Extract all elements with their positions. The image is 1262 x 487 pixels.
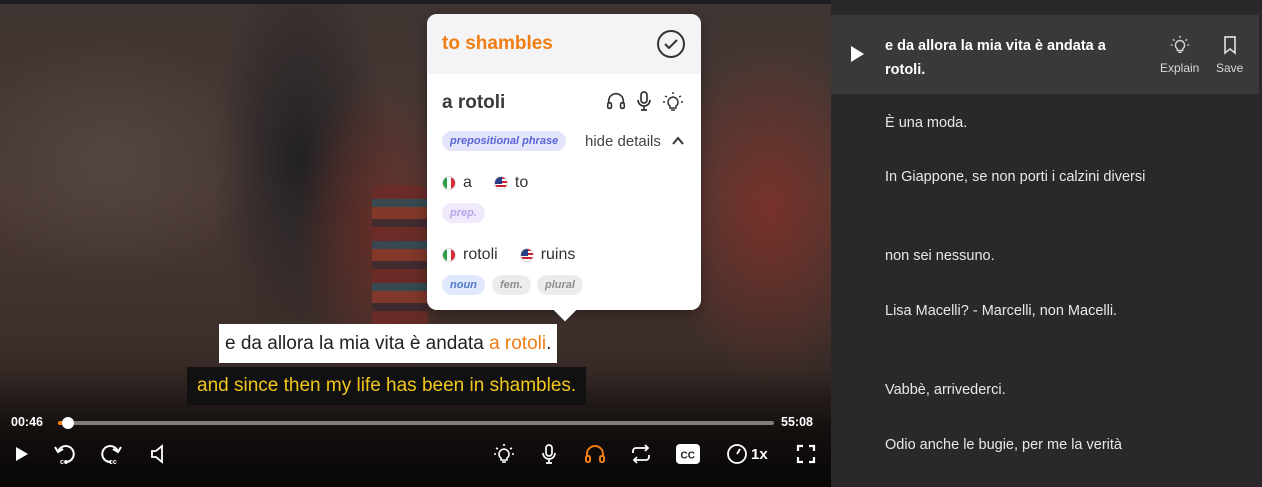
video-player[interactable]: e da allora la mia vita è andata a rotol… [0, 0, 831, 487]
fullscreen-button[interactable] [792, 440, 820, 468]
speed-icon [727, 444, 747, 464]
lightbulb-icon [1170, 35, 1189, 53]
active-transcript-line[interactable]: e da allora la mia vita è andata a rotol… [831, 15, 1259, 94]
explain-label: Explain [1160, 61, 1200, 75]
speed-button[interactable] [723, 440, 751, 468]
source-word: rotoli [463, 246, 498, 263]
transcript-line[interactable]: Odio anche le bugie, per me la verità [885, 433, 1155, 457]
transcript-line[interactable]: È una moda. [885, 111, 1215, 135]
hide-details-toggle[interactable]: hide details [585, 133, 661, 150]
subtitles-button[interactable]: CC [674, 440, 702, 468]
popup-header: to shambles [427, 14, 701, 74]
pos-tag: noun [442, 275, 485, 295]
gender-tag: fem. [492, 275, 531, 295]
transcript-line[interactable]: non sei nessuno. [885, 244, 1215, 268]
subtitle-text[interactable]: e da allora la mia vita è andata [225, 333, 489, 354]
active-line-text: e da allora la mia vita è andata a rotol… [885, 38, 1106, 78]
play-icon[interactable] [849, 45, 865, 63]
italy-flag-icon [442, 176, 456, 190]
svg-text:cc: cc [60, 459, 68, 466]
italy-flag-icon [442, 248, 456, 262]
svg-text:cc: cc [109, 459, 117, 466]
target-word: to [514, 174, 529, 191]
svg-text:CC: CC [681, 451, 695, 462]
top-border [0, 0, 831, 4]
mark-known-button[interactable] [656, 29, 686, 64]
save-button[interactable]: Save [1216, 35, 1243, 75]
subtitle-highlight[interactable]: a rotoli [489, 333, 546, 354]
breakdown-row: rotoli ruins [442, 246, 575, 264]
pos-tag: prep. [442, 203, 485, 223]
transcript-panel: e da allora la mia vita è andata a rotol… [831, 0, 1262, 487]
check-circle-icon [657, 30, 685, 58]
us-flag-icon [519, 248, 534, 262]
forward-cc-icon: cc [101, 445, 122, 466]
progress-bar[interactable] [58, 417, 774, 429]
us-flag-icon [493, 176, 508, 190]
bookmark-icon [1223, 36, 1236, 55]
forward-subtitle-button[interactable]: cc [97, 440, 125, 468]
lightbulb-icon [494, 444, 514, 463]
rewind-cc-icon: cc [54, 445, 75, 466]
play-button[interactable] [7, 440, 35, 468]
popup-translation: to shambles [442, 33, 553, 54]
repeat-button[interactable] [627, 440, 655, 468]
microphone-icon[interactable] [633, 90, 655, 112]
popup-word: a rotoli [442, 92, 506, 113]
chevron-up-icon[interactable] [671, 135, 685, 147]
lightbulb-icon[interactable] [661, 90, 685, 114]
current-time: 00:46 [11, 415, 43, 429]
italian-subtitle[interactable]: e da allora la mia vita è andata a rotol… [219, 324, 558, 363]
save-label: Save [1216, 61, 1244, 75]
progress-handle[interactable] [62, 417, 75, 429]
play-icon [16, 447, 28, 461]
headphones-icon [585, 445, 605, 463]
headphones-button[interactable] [581, 440, 609, 468]
headphones-icon[interactable] [605, 90, 627, 112]
english-subtitle[interactable]: and since then my life has been in shamb… [187, 367, 587, 405]
explain-button[interactable] [490, 440, 518, 468]
volume-button[interactable] [145, 440, 173, 468]
transcript-line[interactable]: Vabbè, arrivederci. [885, 378, 1215, 402]
transcript-line[interactable]: In Giappone, se non porti i calzini dive… [885, 165, 1185, 189]
microphone-icon [542, 444, 556, 464]
source-word: a [463, 174, 472, 191]
microphone-button[interactable] [535, 440, 563, 468]
rewind-subtitle-button[interactable]: cc [51, 440, 79, 468]
repeat-icon [632, 444, 650, 464]
duration: 55:08 [781, 415, 813, 429]
subtitle-end: . [546, 333, 552, 354]
explain-button[interactable]: Explain [1160, 35, 1199, 75]
cc-icon: CC [676, 444, 700, 464]
volume-icon [151, 444, 163, 464]
popup-actions [605, 90, 685, 114]
phrase-type-tag: prepositional phrase [442, 131, 567, 151]
breakdown-row: a to [442, 174, 528, 192]
target-word: ruins [540, 246, 576, 263]
playback-speed[interactable]: 1x [751, 446, 768, 463]
number-tag: plural [537, 275, 583, 295]
transcript-line[interactable]: Lisa Macelli? - Marcelli, non Macelli. [885, 299, 1135, 323]
word-popup: to shambles a rotoli prepositional phras… [427, 14, 701, 310]
fullscreen-icon [796, 444, 816, 464]
